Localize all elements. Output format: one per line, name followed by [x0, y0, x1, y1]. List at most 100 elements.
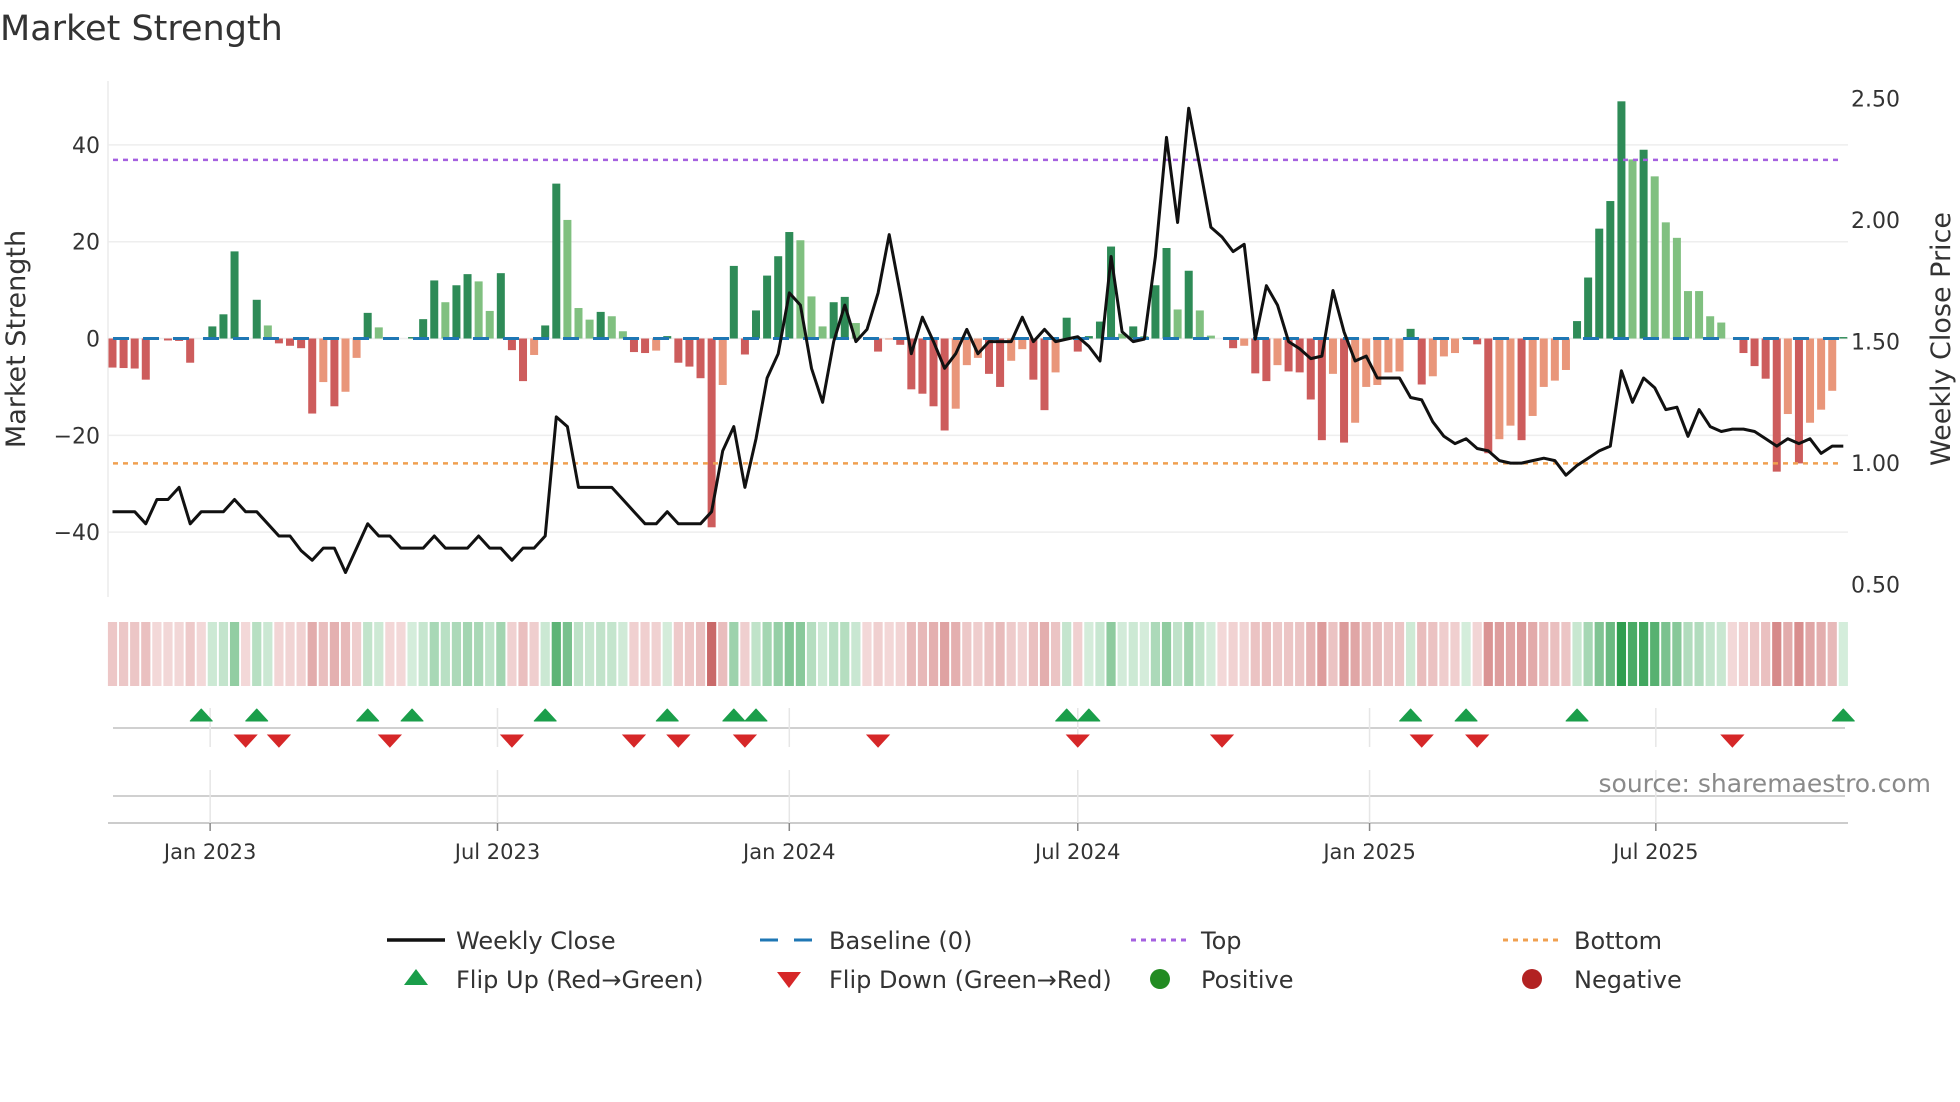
strip-cell: [1716, 622, 1726, 686]
flip-up-marker: [1565, 708, 1589, 722]
strip-cell: [1428, 622, 1438, 686]
strip-cell: [351, 622, 362, 686]
strip-cell: [1605, 622, 1615, 686]
strip-cell: [1616, 622, 1627, 686]
strength-bar: [1606, 201, 1615, 339]
strip-cell: [1461, 622, 1471, 686]
flip-down-marker: [621, 734, 647, 748]
y-tick-label: 20: [72, 231, 100, 256]
strip-cell: [1406, 622, 1416, 686]
flip-down-marker: [233, 734, 258, 748]
strip-cell: [1317, 622, 1327, 686]
strip-cell: [1272, 622, 1283, 686]
strip-cell: [1295, 622, 1305, 686]
strength-bar: [263, 325, 272, 339]
strip-cell: [1106, 622, 1116, 686]
strip-cell: [1417, 622, 1427, 686]
strip-cell: [851, 622, 861, 686]
x-tick-label: Jan 2025: [1321, 840, 1416, 864]
strip-cell: [1050, 622, 1061, 686]
strip-cell: [1550, 622, 1560, 686]
strip-cell: [584, 622, 595, 686]
y2-tick-label: 2.50: [1851, 87, 1900, 112]
strip-cell: [174, 622, 184, 686]
strength-bar: [607, 316, 616, 339]
strip-cell: [1217, 622, 1227, 686]
strip-cell: [1639, 622, 1649, 686]
strength-bar: [286, 338, 295, 346]
strip-cell: [1073, 622, 1083, 686]
strip-cell: [1561, 622, 1571, 686]
strip-cell: [1161, 622, 1172, 686]
strip-cell: [1028, 622, 1038, 686]
x-tick-label: Jan 2024: [741, 840, 836, 864]
strength-bar: [674, 338, 683, 363]
strip-cell: [1383, 622, 1394, 686]
strip-cell: [1228, 622, 1238, 686]
strength-heat-strip: [107, 622, 1848, 686]
strip-cell: [274, 622, 284, 686]
strip-cell: [207, 622, 217, 686]
strip-cell: [152, 622, 162, 686]
strip-cell: [218, 622, 229, 686]
legend-label: Baseline (0): [829, 927, 972, 955]
flip-up-marker: [1454, 708, 1478, 722]
strip-cell: [540, 622, 550, 686]
strip-cell: [185, 622, 195, 686]
strength-bar: [130, 338, 139, 369]
strip-cell: [1816, 622, 1826, 686]
strip-cell: [1339, 622, 1349, 686]
strength-bar: [108, 338, 117, 368]
flip-up-marker: [744, 708, 768, 722]
strip-cell: [130, 622, 140, 686]
strip-cell: [1494, 622, 1504, 686]
strip-cell: [1783, 622, 1793, 686]
strength-bar: [1584, 277, 1593, 339]
strip-cell: [884, 622, 894, 686]
strip-cell: [1450, 622, 1460, 686]
strip-cell: [263, 622, 273, 686]
strip-cell: [1539, 622, 1549, 686]
strip-cell: [651, 622, 661, 686]
strip-cell: [1394, 622, 1405, 686]
strip-cell: [795, 622, 805, 686]
strength-bar: [818, 326, 827, 339]
strength-bar: [740, 338, 749, 355]
strength-bar: [563, 219, 572, 339]
strength-bar: [1495, 338, 1504, 440]
strength-bar: [496, 273, 505, 339]
strip-cell: [1195, 622, 1205, 686]
strength-bar: [1040, 338, 1049, 411]
strip-cell: [618, 622, 628, 686]
strength-bar: [574, 308, 583, 339]
strength-bar: [1672, 237, 1681, 339]
strength-bar: [1295, 338, 1304, 373]
strip-cell: [1150, 622, 1161, 686]
strip-cell: [363, 622, 373, 686]
strength-bar: [940, 338, 949, 431]
strength-bar: [1328, 338, 1337, 374]
strip-cell: [1738, 622, 1749, 686]
strength-bar: [1828, 338, 1837, 391]
x-tick-label: Jul 2025: [1611, 840, 1698, 864]
flip-up-marker: [400, 708, 424, 722]
legend-label: Flip Down (Green→Red): [829, 966, 1112, 994]
flip-up-marker: [1831, 708, 1855, 722]
strip-cell: [973, 622, 983, 686]
strength-bar: [519, 338, 528, 382]
y2-axis-label: Weekly Close Price: [1926, 212, 1957, 466]
legend-triangle-up-icon: [404, 969, 428, 985]
strength-bar: [1051, 338, 1060, 373]
strength-bar: [785, 232, 794, 339]
y-tick-label: 0: [86, 328, 100, 353]
strip-cell: [1283, 622, 1294, 686]
strip-cell: [507, 622, 517, 686]
strip-cell: [418, 622, 428, 686]
reference-lines: [113, 158, 1843, 465]
flip-up-marker: [189, 708, 213, 722]
strength-bar: [1428, 338, 1437, 377]
legend-circle-icon: [1522, 969, 1542, 989]
strength-bar: [752, 310, 761, 339]
strip-cell: [951, 622, 961, 686]
strength-bar: [1251, 338, 1260, 374]
